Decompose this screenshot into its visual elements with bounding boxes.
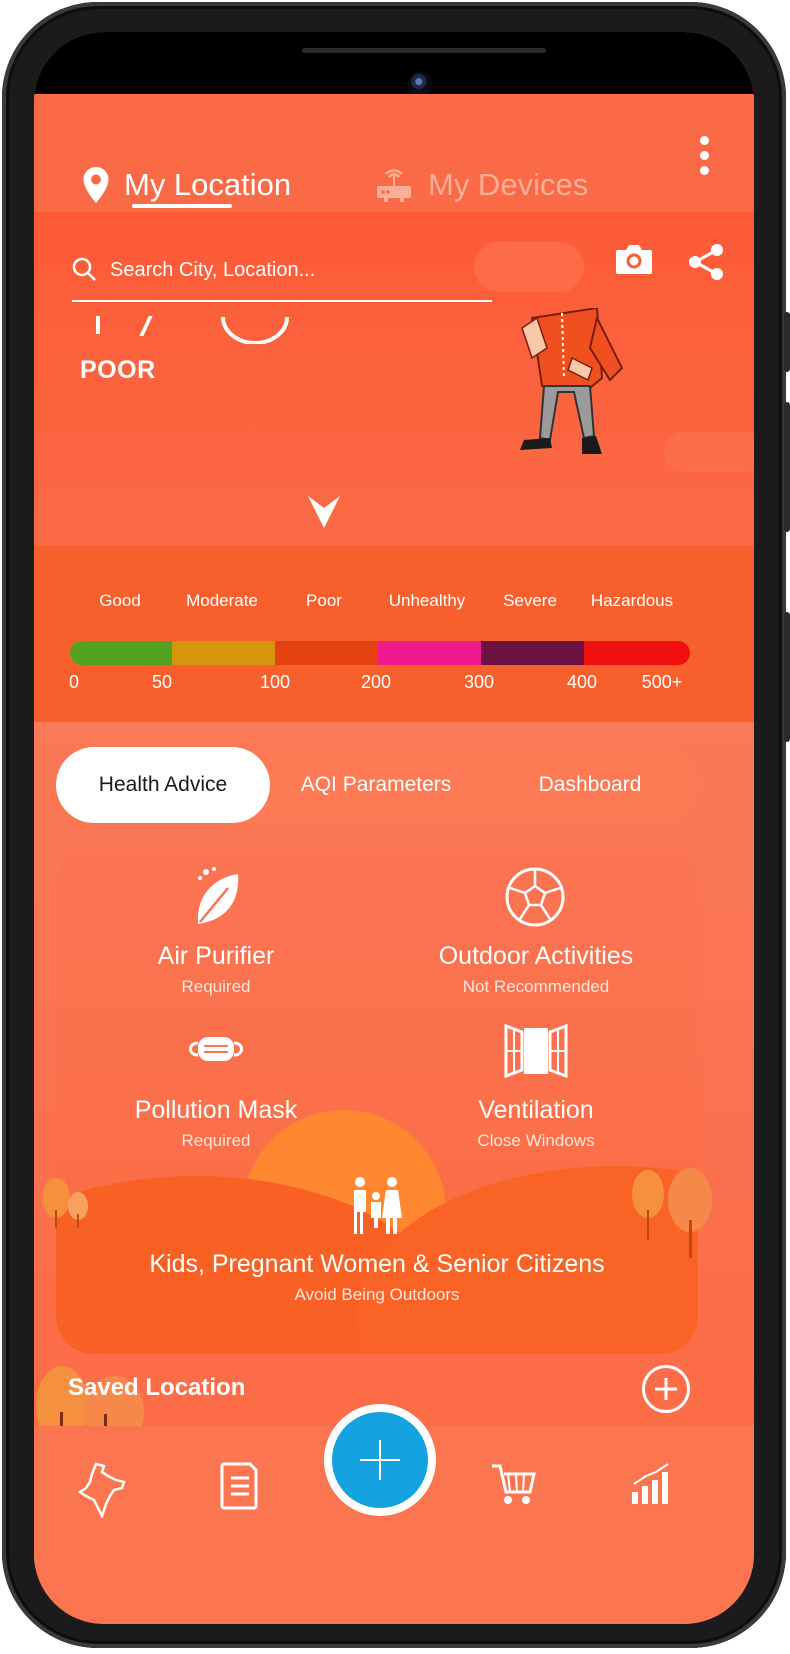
speaker: [302, 48, 546, 53]
location-pin-icon: [83, 167, 109, 203]
scale-segment-severe: [481, 641, 584, 665]
scale-label: Hazardous: [590, 591, 674, 610]
advice-status: Close Windows: [477, 1131, 595, 1150]
segmented-control: Health Advice AQI Parameters Dashboard: [56, 747, 698, 823]
scale-number: 300: [463, 672, 495, 692]
aqi-hero: Search City, Location... POOR: [34, 212, 754, 546]
soccer-ball-icon: [505, 867, 565, 927]
scale-segment-good: [70, 641, 172, 665]
advice-status: Required: [181, 1131, 251, 1150]
scale-label: Unhealthy: [388, 591, 466, 610]
family-icon: [354, 1177, 402, 1234]
scale-label: Good: [99, 591, 141, 610]
active-tab-indicator: [132, 204, 232, 208]
advice-title: Pollution Mask: [134, 1096, 298, 1124]
segment-aqi-parameters[interactable]: AQI Parameters: [301, 747, 452, 823]
search-bar[interactable]: Search City, Location...: [72, 240, 492, 302]
segment-dashboard[interactable]: Dashboard: [539, 747, 642, 823]
search-icon: [72, 257, 96, 281]
tree-decoration: [42, 1178, 88, 1228]
advice-pollution-mask: Pollution Mask Required: [135, 1096, 298, 1151]
tab-my-devices[interactable]: My Devices: [374, 166, 588, 204]
aqi-color-bar: [70, 641, 690, 665]
tree-decoration: [632, 1168, 712, 1258]
character-illustration: [520, 308, 624, 454]
window-icon: [504, 1023, 568, 1079]
leaf-icon: [197, 867, 239, 924]
scale-segment-moderate: [172, 641, 275, 665]
camera-icon[interactable]: [614, 242, 654, 276]
bar-chart-icon[interactable]: [630, 1462, 674, 1506]
phone-frame: My Location My Devices Search City, Loca…: [2, 2, 790, 1648]
advice-title: Kids, Pregnant Women & Senior Citizens: [149, 1250, 605, 1278]
health-advice-card: Air Purifier Required Outdoor Activities…: [56, 846, 698, 1354]
advice-title: Air Purifier: [157, 942, 275, 970]
aqi-scale: Good Moderate Poor Unhealthy Severe Haza…: [34, 546, 754, 722]
segment-health-advice[interactable]: Health Advice: [99, 747, 227, 823]
saved-location-title: Saved Location: [68, 1374, 246, 1401]
aqi-status: POOR: [80, 356, 156, 384]
advice-title: Outdoor Activities: [438, 942, 634, 970]
search-input[interactable]: Search City, Location...: [110, 259, 315, 282]
tab-label: My Location: [124, 167, 292, 202]
tab-label: My Devices: [428, 167, 589, 202]
share-icon[interactable]: [686, 242, 726, 282]
cloud: [664, 432, 754, 472]
app-screen: My Location My Devices Search City, Loca…: [34, 32, 754, 1624]
health-section: Health Advice AQI Parameters Dashboard A…: [34, 722, 754, 1472]
advice-status: Avoid Being Outdoors: [294, 1285, 460, 1304]
side-button: [784, 612, 790, 742]
scale-number: 200: [360, 672, 392, 692]
front-camera: [408, 72, 432, 96]
add-button[interactable]: [324, 1404, 436, 1516]
cart-icon[interactable]: [490, 1462, 536, 1506]
volume-button: [784, 312, 790, 372]
more-options-icon[interactable]: [700, 136, 710, 181]
add-location-icon[interactable]: [642, 1365, 690, 1413]
scale-number: 100: [259, 672, 291, 692]
report-icon[interactable]: [220, 1462, 260, 1510]
advice-status: Required: [181, 977, 251, 996]
scale-segment-poor: [275, 641, 378, 665]
scale-segment-hazardous: [584, 641, 690, 665]
advice-ventilation: Ventilation Close Windows: [477, 1096, 594, 1151]
scale-number: 50: [151, 672, 173, 692]
add-icon: [332, 1412, 428, 1508]
scale-number: 400: [566, 672, 598, 692]
scale-number: 500+: [641, 672, 683, 692]
aqi-value-fragment: [96, 316, 100, 334]
india-map-icon[interactable]: [78, 1462, 128, 1518]
scale-label: Moderate: [186, 591, 258, 610]
advice-title: Ventilation: [478, 1096, 594, 1124]
advice-status: Not Recommended: [462, 977, 610, 996]
scale-segment-unhealthy: [378, 641, 481, 665]
router-icon: [377, 169, 411, 202]
expand-chevron-icon[interactable]: [304, 492, 344, 532]
side-button: [784, 402, 790, 532]
smiley-mouth: [221, 316, 289, 344]
mask-icon: [189, 1037, 243, 1061]
advice-air-purifier: Air Purifier Required: [158, 942, 275, 997]
scale-label: Severe: [503, 591, 557, 610]
scale-label: Poor: [306, 591, 342, 610]
tab-my-location[interactable]: My Location: [82, 166, 291, 204]
aqi-value-fragment: [139, 316, 153, 336]
advice-outdoor-activities: Outdoor Activities Not Recommended: [439, 942, 634, 997]
advice-vulnerable-groups: Kids, Pregnant Women & Senior Citizens A…: [149, 1250, 604, 1305]
scale-number: 0: [68, 672, 80, 692]
